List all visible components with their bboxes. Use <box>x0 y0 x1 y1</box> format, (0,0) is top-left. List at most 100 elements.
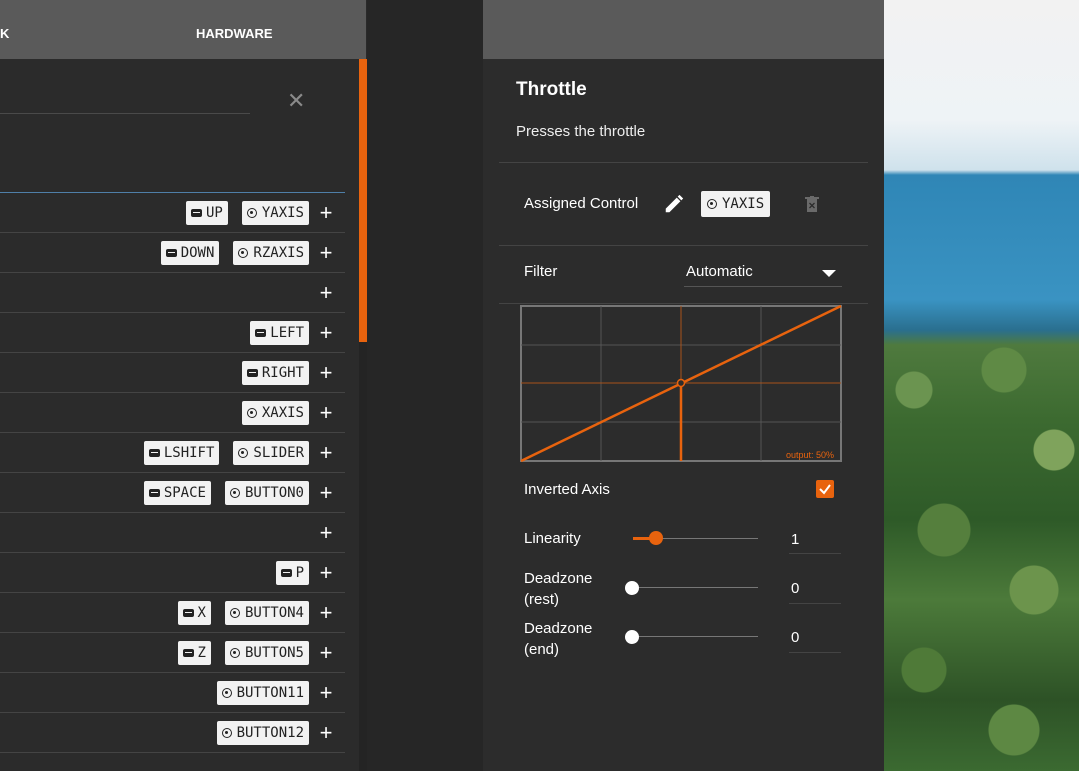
binding-row[interactable]: BUTTON11 + <box>0 673 345 713</box>
binding-row[interactable]: + <box>0 513 345 553</box>
trash-icon[interactable] <box>805 196 819 212</box>
keyboard-binding-chip[interactable]: Z <box>177 640 211 665</box>
joystick-binding-chip[interactable]: BUTTON5 <box>224 640 309 665</box>
scrollbar-thumb[interactable] <box>359 59 367 342</box>
binding-row[interactable]: P + <box>0 553 345 593</box>
add-binding-button[interactable]: + <box>319 361 333 384</box>
binding-row[interactable]: DOWN RZAXIS + <box>0 233 345 273</box>
linearity-value[interactable]: 1 <box>791 531 799 548</box>
deadzone-rest-slider-thumb[interactable] <box>625 581 639 595</box>
add-binding-button[interactable]: + <box>319 441 333 464</box>
keyboard-binding-chip[interactable]: RIGHT <box>241 360 309 385</box>
filter-label: Filter <box>524 263 558 280</box>
add-binding-button[interactable]: + <box>319 561 333 584</box>
add-binding-button[interactable]: + <box>319 721 333 744</box>
binding-row[interactable]: XAXIS + <box>0 393 345 433</box>
binding-row[interactable]: RIGHT + <box>0 353 345 393</box>
tab-bar: K HARDWARE <box>0 0 366 59</box>
keyboard-binding-chip[interactable]: P <box>275 560 309 585</box>
joystick-binding-chip[interactable]: BUTTON12 <box>216 720 309 745</box>
joystick-binding-chip[interactable]: SLIDER <box>233 440 309 465</box>
divider <box>789 553 841 554</box>
keyboard-icon <box>190 208 202 217</box>
tab-partial[interactable]: K <box>0 26 9 41</box>
divider <box>789 603 841 604</box>
binding-row[interactable]: UP YAXIS + <box>0 193 345 233</box>
description: Presses the throttle <box>516 123 646 140</box>
add-binding-button[interactable]: + <box>319 641 333 664</box>
add-binding-button[interactable]: + <box>319 201 333 224</box>
inverted-axis-label: Inverted Axis <box>524 481 610 498</box>
binding-row[interactable]: Z BUTTON5 + <box>0 633 345 673</box>
spacer <box>367 0 483 771</box>
binding-row[interactable]: SPACE BUTTON0 + <box>0 473 345 513</box>
deadzone-rest-value[interactable]: 0 <box>791 580 799 597</box>
joystick-binding-chip[interactable]: XAXIS <box>241 400 309 425</box>
add-binding-button[interactable]: + <box>319 401 333 424</box>
pencil-icon[interactable] <box>663 193 685 215</box>
assigned-control-chip[interactable]: YAXIS <box>701 191 771 217</box>
graph-output-label: output: 50% <box>786 450 834 460</box>
keyboard-icon <box>182 648 194 657</box>
add-binding-button[interactable]: + <box>319 521 333 544</box>
search-input[interactable] <box>0 113 250 114</box>
close-icon[interactable]: ✕ <box>287 88 305 114</box>
add-binding-button[interactable]: + <box>319 321 333 344</box>
divider <box>789 652 841 653</box>
keyboard-icon <box>148 488 160 497</box>
deadzone-end-slider-track[interactable] <box>633 636 758 637</box>
detail-header <box>483 0 884 59</box>
joystick-icon <box>707 199 717 209</box>
keyboard-icon <box>280 568 292 577</box>
add-binding-button[interactable]: + <box>319 481 333 504</box>
keyboard-binding-chip[interactable]: LSHIFT <box>143 440 220 465</box>
binding-row[interactable]: X BUTTON4 + <box>0 593 345 633</box>
joystick-icon <box>229 647 240 658</box>
linearity-label: Linearity <box>524 530 581 547</box>
deadzone-end-value[interactable]: 0 <box>791 629 799 646</box>
joystick-binding-chip[interactable]: BUTTON11 <box>216 680 309 705</box>
check-icon <box>819 484 831 495</box>
keyboard-icon <box>165 248 177 257</box>
joystick-binding-chip[interactable]: BUTTON0 <box>224 480 309 505</box>
page-title: Throttle <box>516 79 587 100</box>
add-binding-button[interactable]: + <box>319 601 333 624</box>
filter-select[interactable]: Automatic <box>684 260 842 287</box>
keyboard-binding-chip[interactable]: UP <box>185 200 228 225</box>
keyboard-binding-chip[interactable]: X <box>177 600 211 625</box>
deadzone-rest-label: Deadzone (rest) <box>524 570 593 608</box>
add-binding-button[interactable]: + <box>319 681 333 704</box>
assigned-control-label: Assigned Control <box>524 195 639 212</box>
trees <box>884 330 1079 771</box>
joystick-binding-chip[interactable]: RZAXIS <box>233 240 309 265</box>
joystick-icon <box>238 447 249 458</box>
keyboard-binding-chip[interactable]: LEFT <box>250 320 309 345</box>
keyboard-icon <box>246 368 258 377</box>
keyboard-icon <box>148 448 160 457</box>
joystick-icon <box>238 247 249 258</box>
joystick-icon <box>221 727 232 738</box>
divider <box>499 245 868 246</box>
keyboard-binding-chip[interactable]: SPACE <box>143 480 211 505</box>
keyboard-binding-chip[interactable]: DOWN <box>160 240 220 265</box>
add-binding-button[interactable]: + <box>319 241 333 264</box>
linearity-slider-thumb[interactable] <box>649 531 663 545</box>
divider <box>499 162 868 163</box>
deadzone-end-slider-thumb[interactable] <box>625 630 639 644</box>
binding-row[interactable]: LSHIFT SLIDER + <box>0 433 345 473</box>
binding-row[interactable]: BUTTON12 + <box>0 713 345 753</box>
deadzone-rest-slider-track[interactable] <box>633 587 758 588</box>
joystick-binding-chip[interactable]: BUTTON4 <box>224 600 309 625</box>
joystick-icon <box>246 407 257 418</box>
binding-row[interactable]: + <box>0 273 345 313</box>
detail-panel: Throttle Presses the throttle Assigned C… <box>483 0 884 771</box>
divider <box>499 303 868 304</box>
background-scenery <box>884 0 1079 771</box>
add-binding-button[interactable]: + <box>319 281 333 304</box>
joystick-binding-chip[interactable]: YAXIS <box>241 200 309 225</box>
binding-row[interactable]: LEFT + <box>0 313 345 353</box>
inverted-axis-checkbox[interactable] <box>816 480 834 498</box>
deadzone-end-label: Deadzone (end) <box>524 620 593 658</box>
tab-hardware[interactable]: HARDWARE <box>196 26 273 41</box>
joystick-icon <box>229 487 240 498</box>
